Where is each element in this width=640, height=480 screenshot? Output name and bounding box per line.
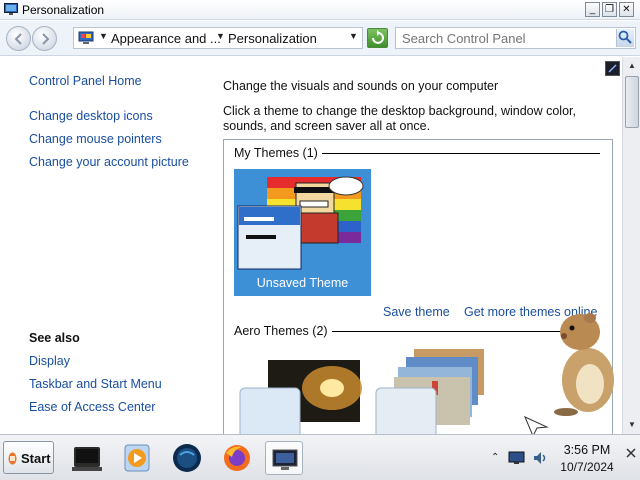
search-input[interactable] (396, 28, 614, 48)
volume-icon[interactable] (532, 450, 548, 466)
scroll-up-arrow-icon[interactable]: ▲ (624, 58, 640, 74)
start-button[interactable]: Start (3, 441, 54, 474)
aero-theme-preview (239, 360, 362, 434)
media-player-icon (124, 444, 150, 472)
navigation-bar: ▼ Appearance and ... ▼ Personalization ▼ (0, 21, 640, 56)
scroll-thumb[interactable] (625, 76, 639, 128)
change-account-picture-link[interactable]: Change your account picture (29, 155, 189, 169)
theme-preview-image (237, 176, 364, 270)
aero-theme-tile[interactable] (236, 350, 366, 434)
page-heading: Change the visuals and sounds on your co… (223, 79, 499, 93)
change-desktop-icons-link[interactable]: Change desktop icons (29, 109, 153, 123)
landscapes-theme-preview (375, 349, 484, 434)
help-icon (608, 64, 617, 73)
start-label: Start (21, 451, 51, 466)
start-orb-icon (8, 452, 17, 465)
title-bar: Personalization _ ❐ ✕ (0, 0, 640, 20)
my-themes-heading: My Themes (1) (234, 146, 322, 160)
taskbar-app-globe[interactable] (168, 441, 206, 475)
back-button[interactable] (6, 26, 31, 51)
refresh-button[interactable] (367, 28, 388, 48)
help-button[interactable] (605, 61, 620, 76)
unsaved-theme-label: Unsaved Theme (256, 276, 349, 290)
landscapes-theme-tile[interactable] (372, 345, 502, 434)
address-bar[interactable]: ▼ Appearance and ... ▼ Personalization ▼ (73, 27, 363, 49)
ease-of-access-link[interactable]: Ease of Access Center (29, 400, 155, 414)
search-button[interactable] (616, 29, 634, 47)
forward-button[interactable] (32, 26, 57, 51)
scroll-down-arrow-icon[interactable]: ▼ (624, 417, 640, 433)
personalization-app-icon (4, 3, 18, 15)
taskbar-app-personalization[interactable] (265, 441, 303, 475)
taskbar-app-firefox[interactable] (218, 441, 256, 475)
window-title: Personalization (22, 3, 105, 17)
control-panel-icon (78, 31, 94, 44)
restore-button[interactable]: ❐ (602, 2, 617, 17)
taskbar-app-media[interactable] (118, 441, 156, 475)
control-panel-home-link[interactable]: Control Panel Home (29, 74, 142, 88)
arrow-left-icon (14, 33, 22, 45)
clock-date[interactable]: 10/7/2024 (553, 460, 621, 474)
page-description: Click a theme to change the desktop back… (223, 104, 576, 133)
clock-time[interactable]: 3:56 PM (553, 443, 621, 457)
aero-themes-heading: Aero Themes (2) (234, 324, 332, 338)
breadcrumb-chevron-icon[interactable]: ▼ (99, 31, 108, 41)
show-hidden-icons-button[interactable]: ⌃ (491, 452, 499, 463)
arrow-right-icon (42, 33, 50, 45)
refresh-icon (372, 30, 384, 44)
breadcrumb-chevron-icon[interactable]: ▼ (216, 31, 225, 41)
taskbar-app-terminal[interactable] (68, 441, 106, 475)
taskbar: Start ⌃ 3:56 PM 10/7/2024 (0, 434, 640, 480)
terminal-icon (72, 447, 102, 471)
breadcrumb-appearance[interactable]: Appearance and ... (111, 31, 221, 46)
unsaved-theme-tile[interactable]: Unsaved Theme (234, 169, 371, 296)
left-task-pane: Control Panel Home Change desktop icons … (0, 57, 205, 434)
change-mouse-pointers-link[interactable]: Change mouse pointers (29, 132, 162, 146)
address-dropdown-icon[interactable]: ▼ (349, 31, 358, 41)
see-also-heading: See also (29, 331, 80, 345)
save-theme-link[interactable]: Save theme (383, 305, 450, 319)
minimize-button[interactable]: _ (585, 2, 600, 17)
search-box[interactable] (395, 27, 636, 49)
search-icon (618, 30, 632, 44)
vertical-scrollbar[interactable]: ▲ ▼ (622, 57, 640, 434)
display-link[interactable]: Display (29, 354, 70, 368)
firefox-icon (224, 445, 250, 471)
show-desktop-icon[interactable] (625, 447, 637, 459)
taskbar-start-menu-link[interactable]: Taskbar and Start Menu (29, 377, 162, 391)
close-button[interactable]: ✕ (619, 2, 634, 17)
globe-icon (173, 444, 201, 472)
personalization-icon (272, 449, 298, 470)
hamster-mascot-image (554, 313, 614, 416)
network-icon[interactable] (508, 451, 525, 465)
breadcrumb-personalization[interactable]: Personalization (228, 31, 317, 46)
